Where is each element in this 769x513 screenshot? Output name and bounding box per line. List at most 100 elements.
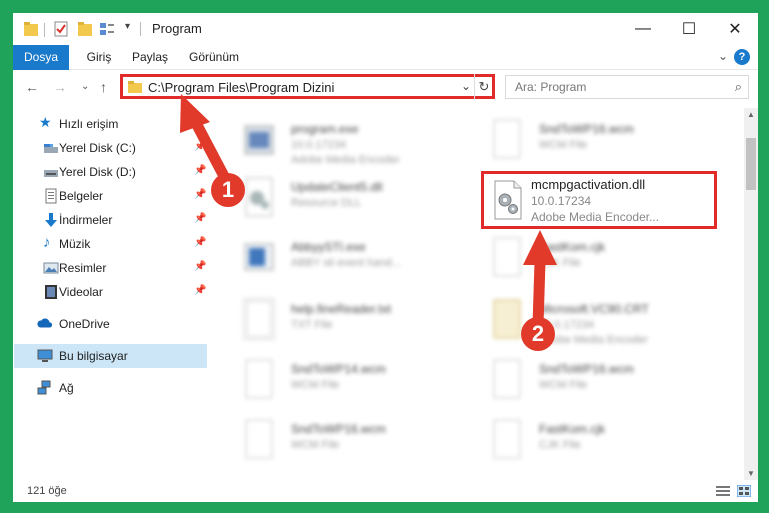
file-name: SndToWP16.wcm [539,362,634,376]
sidebar-item-downloads[interactable]: İndirmeler 📌 [13,208,208,232]
dll-file-icon [245,177,273,217]
refresh-icon[interactable]: ↻ [474,74,493,99]
recent-locations-icon[interactable]: ⌄ [81,81,89,92]
list-item[interactable]: program.exe 10.0.17234 Adobe Media Encod… [221,114,461,170]
search-input[interactable]: Ara: Program [515,80,586,94]
sidebar-item-label: Belgeler [59,189,104,203]
file-name: SndToWP16.wcm [291,422,386,436]
list-item[interactable]: FastKom.cjk CJK File [469,414,709,470]
expand-ribbon-icon[interactable]: ⌄ [718,49,728,63]
large-icons-view-icon[interactable] [737,485,751,497]
file-detail: Adobe Media Encoder [291,154,400,166]
documents-icon [45,188,57,204]
file-name: FastKom.cjk [539,240,606,254]
tab-share[interactable]: Paylaş [125,45,175,69]
maximize-button[interactable]: ☐ [666,13,712,45]
back-arrow-icon[interactable]: ← [25,79,39,95]
sidebar-item-quick-access[interactable]: ★ Hızlı erişim [13,112,208,136]
list-item[interactable]: SndToWP14.wcm WCM File [221,354,461,410]
close-button[interactable]: ✕ [712,13,758,45]
tab-home[interactable]: Giriş [79,45,119,69]
pin-icon[interactable]: 📌 [194,213,206,224]
search-box[interactable]: Ara: Program ⌕ [505,75,749,99]
sidebar-item-documents[interactable]: Belgeler 📌 [13,184,208,208]
file-detail: WCM File [291,439,340,451]
list-item[interactable]: SndToWP16.wcm WCM File [469,114,709,170]
list-item[interactable]: Microsoft.VC90.CRT 10.0.17234 Adobe Medi… [469,294,709,350]
sidebar-item-label: Hızlı erişim [59,117,119,131]
manifest-file-icon [493,299,521,339]
file-description: Adobe Media Encoder... [531,210,660,224]
file-detail: CJK File [539,439,581,451]
explorer-window: ▾ Program — ☐ ✕ Dosya Giriş Paylaş Görün… [13,13,758,502]
pin-icon[interactable]: 📌 [194,165,206,176]
list-item[interactable]: UpdateClient5.dll Resource DLL [221,172,461,228]
file-name: UpdateClient5.dll [291,180,383,194]
navigation-bar: ← → ⌄ ↑ C:\Program Files\Program Dizini … [13,70,758,104]
scroll-down-icon[interactable]: ▼ [744,469,758,478]
pin-icon[interactable]: 📌 [194,261,206,272]
exe-file-icon [244,243,274,271]
sidebar-item-videos[interactable]: Videolar 📌 [13,280,208,304]
folder-icon [24,22,38,36]
sidebar-item-label: Ağ [59,381,74,395]
file-name: SndToWP16.wcm [539,122,634,136]
pin-icon[interactable]: 📌 [194,237,206,248]
address-bar[interactable]: C:\Program Files\Program Dizini ⌄ ↻ [120,74,495,99]
step-badge-2: 2 [521,317,555,351]
sidebar-item-label: Yerel Disk (D:) [59,165,136,179]
address-dropdown-icon[interactable]: ⌄ [461,79,471,93]
list-item[interactable]: SndToWP16.wcm WCM File [469,354,709,410]
cjk-file-icon [493,237,521,277]
up-arrow-icon[interactable]: ↑ [100,79,107,95]
txt-file-icon [243,298,275,340]
list-item[interactable]: help.fineReader.txt TXT File [221,294,461,350]
sidebar-item-onedrive[interactable]: OneDrive [13,312,208,336]
file-detail: 10.0.17234 [291,139,347,151]
status-bar: 121 öğe [13,480,758,502]
sidebar-item-music[interactable]: ♪ Müzik 📌 [13,232,208,256]
minimize-button[interactable]: — [620,13,666,45]
sidebar-item-label: OneDrive [59,317,110,331]
wcm-file-icon [245,359,273,399]
search-icon[interactable]: ⌕ [735,79,742,95]
pin-icon[interactable]: 📌 [194,189,206,200]
sidebar-item-network[interactable]: Ağ [13,376,208,400]
wcm-file-icon [493,359,521,399]
details-view-icon[interactable] [716,485,730,497]
tab-view[interactable]: Görünüm [183,45,245,69]
cjk-file-icon [493,419,521,459]
sidebar-item-this-pc[interactable]: Bu bilgisayar [14,344,207,368]
file-version: 10.0.17234 [531,194,592,208]
list-item[interactable]: SndToWP16.wcm WCM File [221,414,461,470]
item-count: 121 öğe [27,485,67,497]
list-item[interactable]: FastKom.cjk CJK File [469,232,709,288]
title-bar: ▾ Program — ☐ ✕ [13,13,758,45]
download-icon [45,213,57,227]
list-item[interactable]: AbbyySTI.exe ABBY sti event hand... [221,232,461,288]
file-detail: TXT File [291,319,333,331]
file-detail: ABBY sti event hand... [291,257,401,269]
file-name: mcmpgactivation.dll [531,177,646,192]
computer-icon [37,349,53,362]
sidebar-item-local-disk-d[interactable]: Yerel Disk (D:) 📌 [13,160,208,184]
videos-icon [45,285,57,299]
scroll-up-icon[interactable]: ▲ [744,110,758,119]
drive-icon [44,170,58,177]
vertical-scrollbar[interactable]: ▲ ▼ [744,108,758,480]
file-name: help.fineReader.txt [291,302,392,316]
highlighted-file-item[interactable]: mcmpgactivation.dll 10.0.17234 Adobe Med… [481,171,717,229]
customize-icon[interactable] [99,20,115,38]
scrollbar-thumb[interactable] [746,138,756,190]
pin-icon[interactable]: 📌 [194,285,206,296]
properties-icon[interactable] [53,20,69,38]
help-icon[interactable]: ? [734,49,750,65]
new-folder-icon[interactable] [77,20,93,38]
quick-access-dropdown-icon[interactable]: ▾ [125,21,130,32]
pin-icon[interactable]: 📌 [194,141,206,152]
sidebar-item-pictures[interactable]: Resimler 📌 [13,256,208,280]
forward-arrow-icon[interactable]: → [53,79,67,95]
file-detail: WCM File [539,139,588,151]
file-detail: WCM File [291,379,340,391]
sidebar-item-local-disk-c[interactable]: Yerel Disk (C:) 📌 [13,136,208,160]
